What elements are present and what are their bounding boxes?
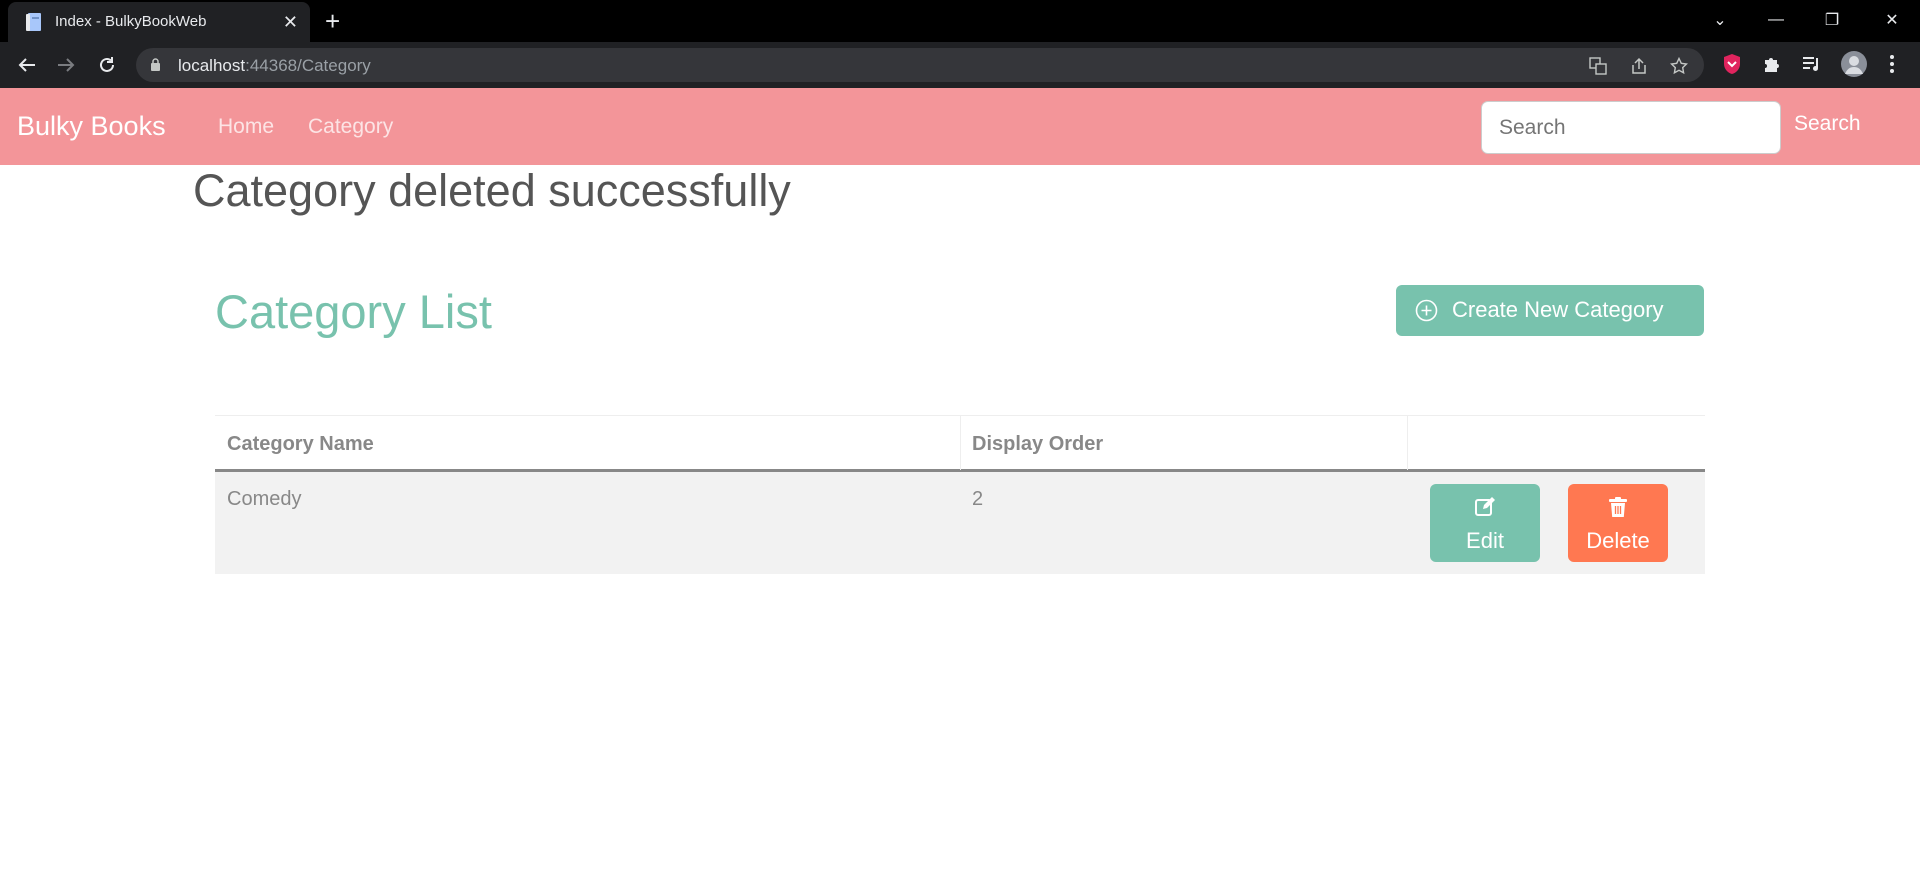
minimize-button[interactable]: —: [1748, 0, 1804, 40]
translate-icon[interactable]: [1588, 56, 1608, 76]
delete-label: Delete: [1586, 528, 1650, 553]
close-window-button[interactable]: ✕: [1864, 0, 1920, 40]
category-table: Category Name Display Order Comedy 2 Edi…: [215, 415, 1705, 574]
reload-icon[interactable]: [93, 52, 121, 78]
extensions-puzzle-icon[interactable]: [1760, 52, 1784, 76]
forward-icon[interactable]: [52, 52, 80, 78]
create-category-button[interactable]: Create New Category: [1396, 285, 1704, 336]
edit-button[interactable]: Edit: [1430, 484, 1540, 562]
bookmark-star-icon[interactable]: [1669, 56, 1689, 76]
nav-link-home[interactable]: Home: [218, 115, 274, 139]
column-header-category-name: Category Name: [227, 433, 374, 455]
table-row: Comedy 2 Edit Delete: [215, 472, 1705, 574]
column-header-display-order: Display Order: [972, 433, 1104, 455]
address-bar[interactable]: localhost:44368/Category: [136, 48, 1704, 82]
share-icon[interactable]: [1629, 56, 1649, 76]
trash-icon: [1609, 497, 1627, 517]
lock-icon: [151, 58, 160, 71]
browser-menu-icon[interactable]: [1880, 52, 1904, 76]
site-navbar: Bulky Books Home Category Search: [0, 88, 1920, 165]
browser-tab[interactable]: Index - BulkyBookWeb ✕: [8, 2, 310, 42]
search-button[interactable]: Search: [1794, 112, 1861, 136]
cell-display-order: 2: [972, 488, 984, 510]
cell-category-name: Comedy: [227, 488, 302, 510]
tab-close-icon[interactable]: ✕: [283, 11, 298, 33]
browser-toolbar: localhost:44368/Category: [0, 42, 1920, 88]
brand-link[interactable]: Bulky Books: [17, 111, 166, 142]
column-divider: [960, 416, 961, 470]
search-input[interactable]: [1481, 101, 1781, 154]
column-divider: [1407, 416, 1408, 470]
tab-title: Index - BulkyBookWeb: [55, 13, 207, 30]
browser-tab-strip: Index - BulkyBookWeb ✕ + ⌄ — ❐ ✕: [0, 0, 1920, 42]
page-title: Category List: [215, 285, 492, 338]
delete-button[interactable]: Delete: [1568, 484, 1668, 562]
table-header-row: Category Name Display Order: [215, 415, 1705, 472]
create-category-label: Create New Category: [1452, 297, 1664, 322]
restore-button[interactable]: ❐: [1804, 0, 1860, 40]
edit-icon: [1475, 497, 1495, 516]
back-icon[interactable]: [13, 52, 41, 78]
nav-link-category[interactable]: Category: [308, 115, 393, 139]
page-favicon-icon: [26, 13, 41, 31]
profile-avatar[interactable]: [1840, 50, 1868, 78]
success-message: Category deleted successfully: [193, 165, 791, 216]
new-tab-button[interactable]: +: [325, 6, 340, 36]
url-text: localhost:44368/Category: [178, 56, 371, 75]
edit-label: Edit: [1466, 528, 1504, 553]
media-playlist-icon[interactable]: [1800, 52, 1824, 76]
brave-shield-icon[interactable]: [1720, 52, 1744, 76]
tab-search-icon[interactable]: ⌄: [1692, 0, 1748, 40]
plus-circle-icon: [1415, 299, 1438, 322]
